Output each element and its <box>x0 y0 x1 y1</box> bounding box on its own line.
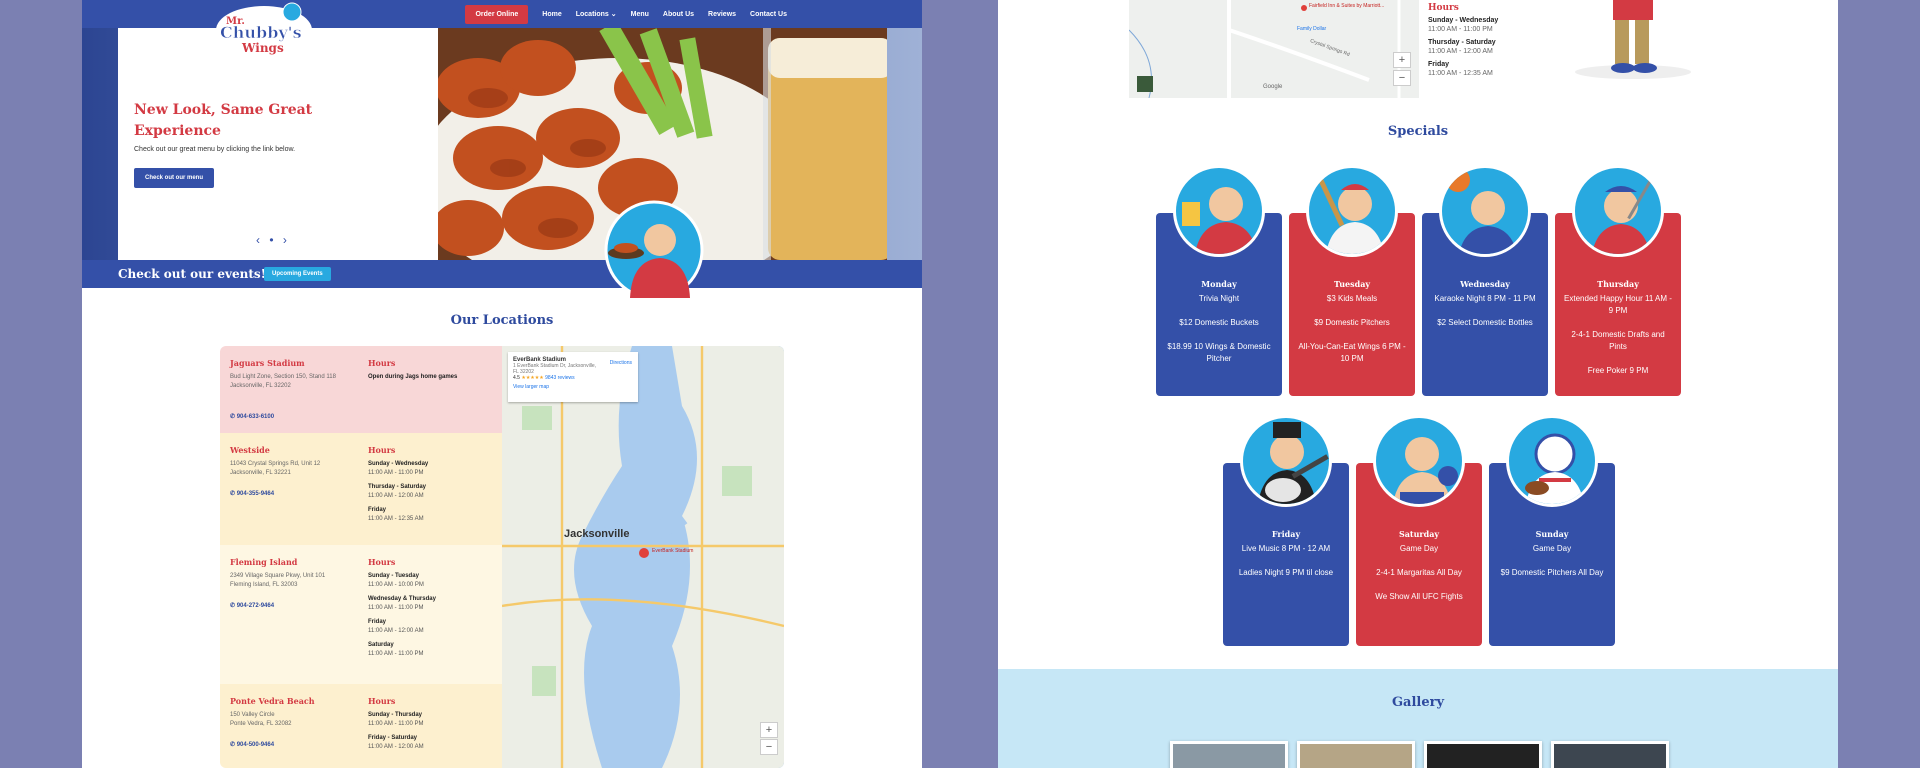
order-online-button[interactable]: Order Online <box>465 4 529 24</box>
map-poi: Family Dollar <box>1297 26 1327 32</box>
location-jaguars-stadium: Jaguars Stadium Bud Light Zone, Section … <box>220 346 502 433</box>
location-name: Ponte Vedra Beach <box>230 696 315 706</box>
google-map-embed[interactable]: EverBank Stadium 1 EverBank Stadium Dr, … <box>502 346 784 768</box>
gallery-section: Gallery <box>998 669 1838 768</box>
mascot-waiter-illustration <box>604 200 704 300</box>
svg-text:Wings: Wings <box>241 41 284 55</box>
upcoming-events-button[interactable]: Upcoming Events <box>264 267 331 281</box>
zoom-out-button[interactable]: − <box>760 739 778 755</box>
location-name: Jaguars Stadium <box>230 358 305 368</box>
hours-label: Hours <box>368 445 396 455</box>
hours-list: Sunday - Thursday 11:00 AM - 11:00 PM Fri… <box>368 712 424 750</box>
mascot-boxer-avatar <box>1373 415 1465 507</box>
nav-locations[interactable]: Locations ⌄ <box>576 10 617 18</box>
mascot-beer-avatar <box>1173 165 1265 257</box>
events-bar: Check out our events! Upcoming Events <box>82 200 922 300</box>
locations-title: Our Locations <box>450 313 554 328</box>
mascot-illustration <box>1575 0 1691 79</box>
slider-controls[interactable]: ‹ • › <box>256 233 290 247</box>
menu-button[interactable]: Check out our menu <box>134 168 215 188</box>
hero-slider: New Look, Same Great Experience Check ou… <box>82 28 922 260</box>
location-address: Bud Light Zone, Section 150, Stand 118 Ja… <box>230 374 336 389</box>
map-pin-label: EverBank Stadium <box>652 548 694 554</box>
mascot-guitar-avatar <box>1240 415 1332 507</box>
hours-label: Hours <box>368 358 396 368</box>
special-card-thursday: Thursday Extended Happy Hour 11 AM - 9 P… <box>1555 165 1681 396</box>
special-card-sunday: Sunday Game Day $9 Domestic Pitchers All … <box>1489 415 1615 646</box>
phone-link[interactable]: ✆ 904-272-9464 <box>230 602 274 609</box>
locations-section: Jaguars Stadium Bud Light Zone, Section … <box>220 346 784 768</box>
directions-link[interactable]: Directions <box>610 360 632 366</box>
nav-contact[interactable]: Contact Us <box>750 11 787 18</box>
left-page-screenshot: Order Online Home Locations ⌄ Menu About… <box>82 0 922 768</box>
zoom-in-button[interactable]: + <box>1393 52 1411 68</box>
special-card-monday: Monday Trivia Night $12 Domestic Buckets $… <box>1156 165 1282 396</box>
nav-reviews[interactable]: Reviews <box>708 11 736 18</box>
location-address: 11043 Crystal Springs Rd, Unit 12 Jackson… <box>230 461 321 476</box>
hero-subtitle: Check out our great menu by clicking the… <box>134 146 296 153</box>
svg-text:Chubby's: Chubby's <box>220 23 302 42</box>
top-nav: Order Online Home Locations ⌄ Menu About… <box>82 0 922 28</box>
special-card-wednesday: Wednesday Karaoke Night 8 PM - 11 PM $2 S… <box>1422 165 1548 396</box>
hero-card <box>118 28 438 260</box>
phone-link[interactable]: ✆ 904-500-9464 <box>230 741 274 748</box>
nav-locations-label: Locations <box>575 11 609 18</box>
nav-home[interactable]: Home <box>542 11 561 18</box>
mascot-basketball-avatar <box>1439 165 1531 257</box>
chevron-down-icon: ⌄ <box>610 11 617 18</box>
right-page-screenshot: Fairfield Inn & Suites by Marriott... Fa… <box>998 0 1838 768</box>
location-westside: Westside 11043 Crystal Springs Rd, Unit … <box>220 433 502 545</box>
phone-link[interactable]: ✆ 904-633-6100 <box>230 413 274 420</box>
hours-label: Hours <box>368 696 396 706</box>
gallery-thumbnail[interactable] <box>1170 741 1288 768</box>
mascot-golf-avatar <box>1572 165 1664 257</box>
zoom-in-button[interactable]: + <box>760 722 778 738</box>
mr-chubbys-logo[interactable]: Mr. Chubby's Wings <box>212 0 316 58</box>
location-address: 2349 Village Square Pkwy, Unit 101 Flemin… <box>230 573 326 588</box>
nav-menu[interactable]: Menu <box>631 11 649 18</box>
gallery-thumbnail[interactable] <box>1551 741 1669 768</box>
location-name: Fleming Island <box>230 557 298 567</box>
westside-hours: Hours Sunday - Wednesday 11:00 AM - 11:00… <box>1428 3 1499 78</box>
hours-label: Hours <box>368 557 396 567</box>
map-city-label: Jacksonville <box>564 528 630 540</box>
gallery-title: Gallery <box>1391 695 1445 710</box>
phone-link[interactable]: ✆ 904-355-9464 <box>230 490 274 497</box>
hours-list: Sunday - Wednesday 11:00 AM - 11:00 PM Th… <box>368 461 429 522</box>
location-ponte-vedra: Ponte Vedra Beach 150 Valley Circle Ponte… <box>220 684 502 768</box>
view-larger-map-link[interactable]: View larger map <box>513 384 633 390</box>
special-card-tuesday: Tuesday $3 Kids Meals $9 Domestic Pitcher… <box>1289 165 1415 396</box>
map-place-card: EverBank Stadium 1 EverBank Stadium Dr, … <box>508 352 638 402</box>
google-logo: Google <box>1263 84 1283 90</box>
westside-map-embed[interactable]: Fairfield Inn & Suites by Marriott... Fa… <box>1129 0 1419 98</box>
location-fleming-island: Fleming Island 2349 Village Square Pkwy,… <box>220 545 502 684</box>
zoom-out-button[interactable]: − <box>1393 70 1411 86</box>
location-address: 150 Valley Circle Ponte Vedra, FL 32082 <box>230 712 292 727</box>
gallery-thumbnail[interactable] <box>1424 741 1542 768</box>
special-card-saturday: Saturday Game Day 2-4-1 Margaritas All Da… <box>1356 415 1482 646</box>
events-text: Check out our events! <box>118 267 266 281</box>
mascot-football-avatar <box>1506 415 1598 507</box>
gallery-thumbnail[interactable] <box>1297 741 1415 768</box>
special-card-friday: Friday Live Music 8 PM - 12 AM Ladies Nig… <box>1223 415 1349 646</box>
location-name: Westside <box>230 445 270 455</box>
hours-list: Sunday - Tuesday 11:00 AM - 10:00 PM Wedn… <box>368 573 436 657</box>
hours-list: Open during Jags home games <box>368 374 458 380</box>
nav-about[interactable]: About Us <box>663 11 694 18</box>
hero-title: New Look, Same Great Experience <box>134 102 313 139</box>
map-poi: Fairfield Inn & Suites by Marriott... <box>1309 3 1385 9</box>
specials-title: Specials <box>1387 124 1449 139</box>
mascot-baseball-avatar <box>1306 165 1398 257</box>
